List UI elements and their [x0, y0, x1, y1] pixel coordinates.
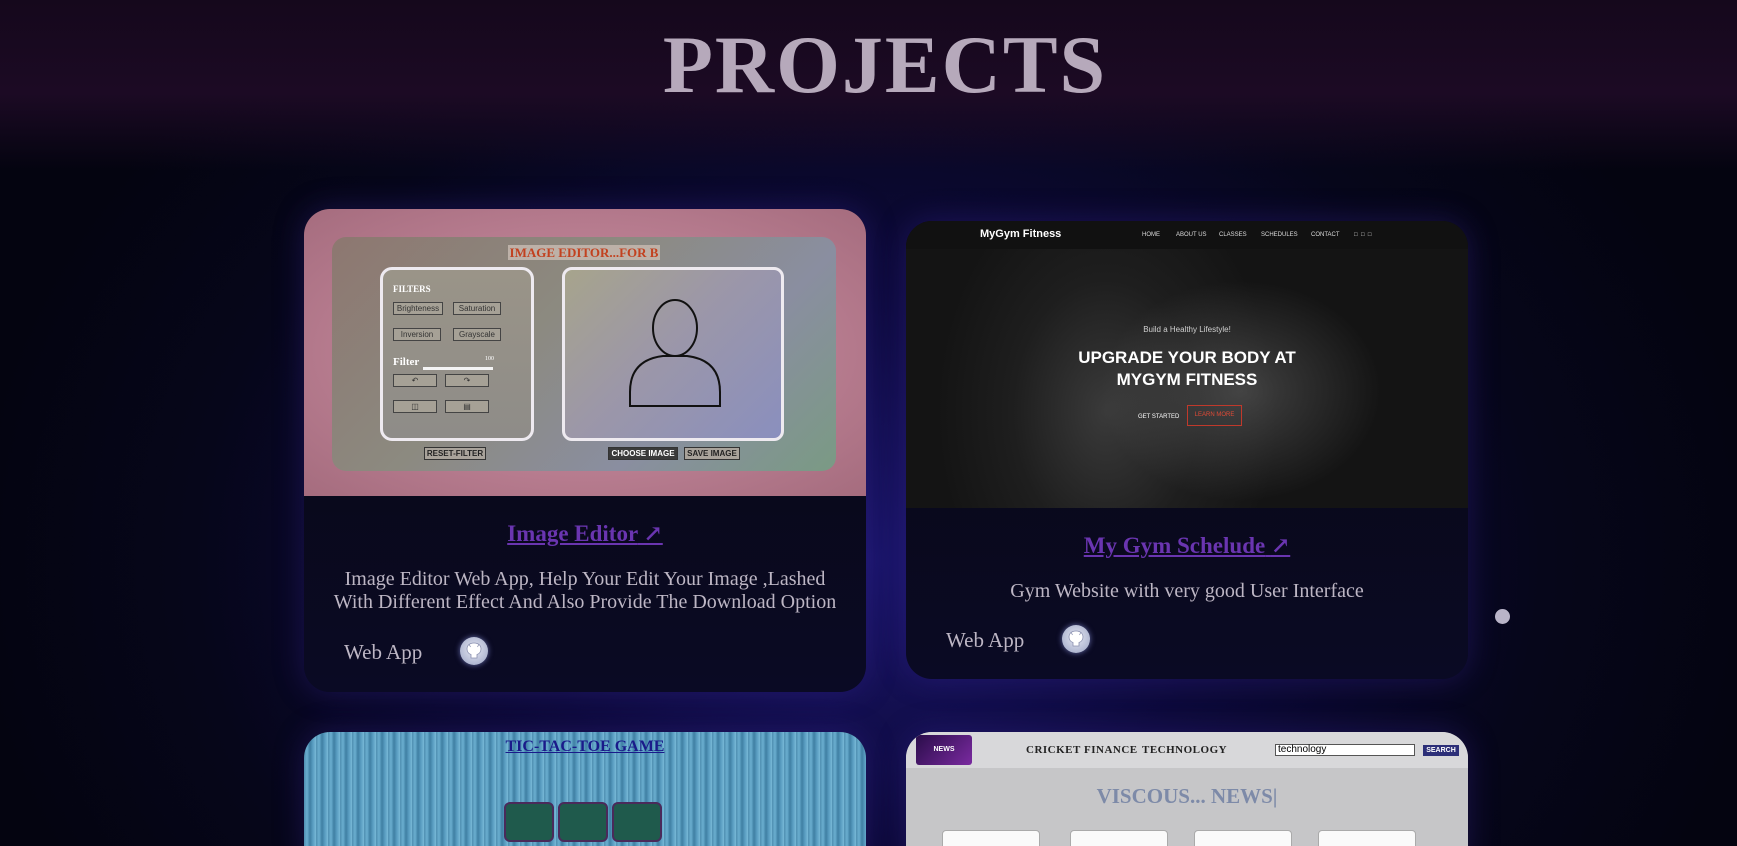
- flip-vertical-icon: ▤: [445, 400, 489, 413]
- project-card-gym: MyGym Fitness HOME ABOUT US CLASSES SCHE…: [906, 221, 1468, 679]
- preview-headline: VISCOUS... NEWS|: [1096, 784, 1278, 808]
- github-icon[interactable]: [460, 637, 488, 665]
- project-title-link[interactable]: Image Editor ↗: [507, 520, 663, 547]
- filters-panel: FILTERS Brighteness Saturation Inversion…: [380, 267, 534, 441]
- preview-header: IMAGE EDITOR...FOR B: [507, 245, 661, 260]
- search-button: SEARCH: [1423, 745, 1459, 756]
- search-input: technology: [1275, 744, 1415, 756]
- rotate-left-icon: ↶: [393, 374, 437, 387]
- project-tag: Web App: [344, 640, 423, 664]
- project-card-news: NEWS CRICKET FINANCE TECHNOLOGY technolo…: [906, 732, 1468, 846]
- brightness-button: Brighteness: [393, 302, 443, 315]
- choose-image-button: CHOOSE IMAGE: [608, 447, 678, 460]
- project-preview-image[interactable]: NEWS CRICKET FINANCE TECHNOLOGY technolo…: [906, 732, 1468, 846]
- image-placeholder: [562, 267, 784, 441]
- preview-header: TIC-TAC-TOE GAME: [505, 738, 665, 755]
- news-thumbnail: [1194, 830, 1292, 846]
- filter-slider: [423, 367, 493, 370]
- grayscale-button: Grayscale: [453, 328, 501, 341]
- project-description: Image Editor Web App, Help Your Edit You…: [333, 568, 837, 613]
- project-card-tic-tac-toe: TIC-TAC-TOE GAME: [304, 732, 866, 846]
- inversion-button: Inversion: [393, 328, 441, 341]
- arrow-up-right-icon: ↗: [1270, 533, 1291, 558]
- get-started-button: GET STARTED: [1138, 414, 1180, 420]
- project-preview-image[interactable]: IMAGE EDITOR...FOR B FILTERS Brighteness…: [304, 209, 866, 496]
- news-logo: NEWS: [916, 735, 972, 765]
- preview-navbar: NEWS CRICKET FINANCE TECHNOLOGY technolo…: [906, 732, 1468, 768]
- user-placeholder-icon: [629, 299, 721, 407]
- learn-more-button: LEARN MORE: [1187, 405, 1242, 426]
- reset-filter-button: RESET-FILTER: [424, 447, 486, 460]
- preview-navbar: MyGym Fitness HOME ABOUT US CLASSES SCHE…: [906, 221, 1468, 249]
- saturation-button: Saturation: [453, 302, 501, 315]
- project-description: Gym Website with very good User Interfac…: [1010, 580, 1364, 602]
- social-icons: □ □ □: [1354, 232, 1372, 238]
- github-icon[interactable]: [1062, 625, 1090, 653]
- flip-horizontal-icon: ◫: [393, 400, 437, 413]
- news-thumbnail: [942, 830, 1040, 846]
- save-image-button: SAVE IMAGE: [684, 447, 740, 460]
- project-card-image-editor: IMAGE EDITOR...FOR B FILTERS Brighteness…: [304, 209, 866, 692]
- board-cell: [558, 802, 608, 842]
- board-cell: [612, 802, 662, 842]
- rotate-right-icon: ↷: [445, 374, 489, 387]
- project-title-link[interactable]: My Gym Schelude ↗: [1084, 532, 1290, 559]
- news-thumbnail: [1070, 830, 1168, 846]
- news-thumbnail: [1318, 830, 1416, 846]
- project-tag: Web App: [946, 628, 1025, 652]
- page-title: PROJECTS: [662, 19, 1108, 110]
- arrow-up-right-icon: ↗: [643, 521, 663, 546]
- board-cell: [504, 802, 554, 842]
- project-preview-image[interactable]: TIC-TAC-TOE GAME: [304, 732, 866, 846]
- project-preview-image[interactable]: MyGym Fitness HOME ABOUT US CLASSES SCHE…: [906, 221, 1468, 508]
- scroll-indicator-dot[interactable]: [1495, 609, 1510, 624]
